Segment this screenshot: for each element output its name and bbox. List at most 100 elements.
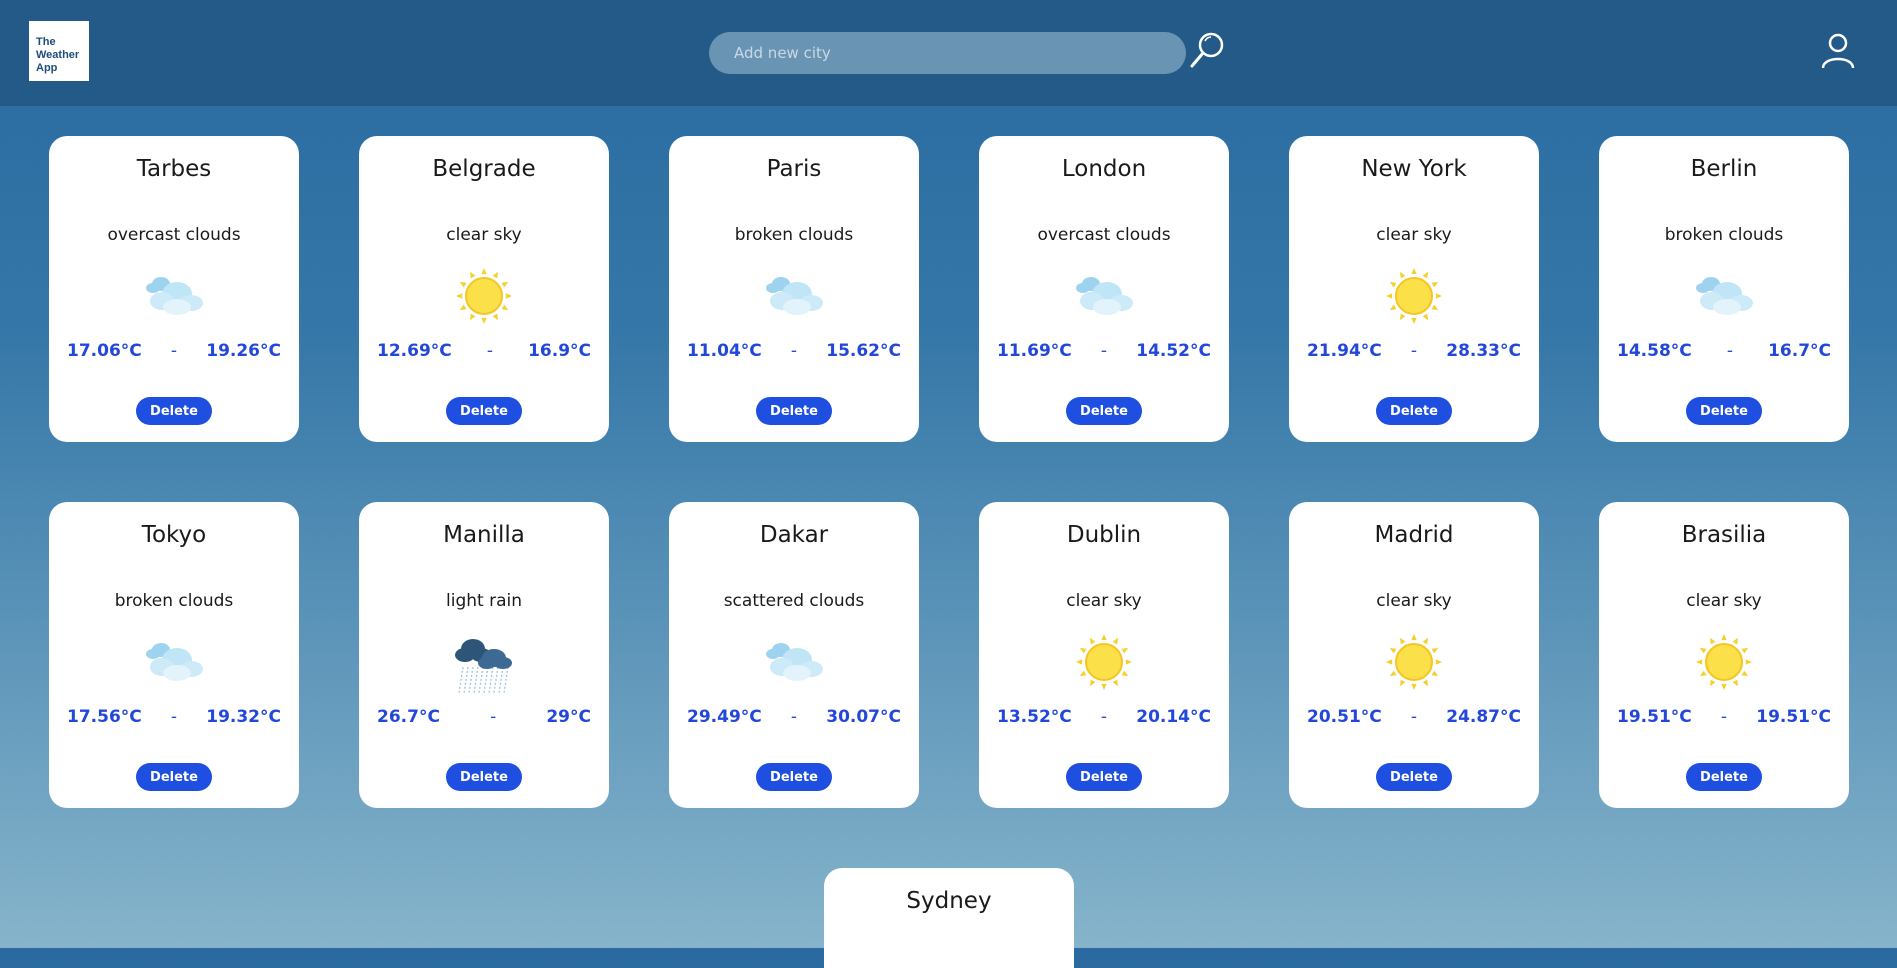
temperature-range: 26.7°C - 29°C — [377, 707, 591, 727]
weather-description: clear sky — [446, 225, 522, 245]
city-card: Sydney — [824, 868, 1074, 968]
user-icon[interactable] — [1820, 32, 1856, 70]
temp-separator: - — [1720, 707, 1728, 727]
temp-separator: - — [170, 707, 178, 727]
city-card: Tarbes overcast clouds 17.06°C - 19.26°C… — [49, 136, 299, 442]
weather-sun-icon — [1069, 627, 1139, 697]
temperature-range: 14.58°C - 16.7°C — [1617, 341, 1831, 361]
temp-max: 19.26°C — [206, 341, 281, 361]
temperature-range: 11.69°C - 14.52°C — [997, 341, 1211, 361]
temperature-range: 20.51°C - 24.87°C — [1307, 707, 1521, 727]
temp-separator: - — [486, 341, 493, 361]
temp-max: 24.87°C — [1446, 707, 1521, 727]
city-card: London overcast clouds 11.69°C - 14.52°C… — [979, 136, 1229, 442]
search-icon[interactable] — [1188, 30, 1226, 70]
city-card: New York clear sky 21.94°C - 28.33°C Del… — [1289, 136, 1539, 442]
delete-button[interactable]: Delete — [1066, 763, 1142, 791]
city-card: Madrid clear sky 20.51°C - 24.87°C Delet… — [1289, 502, 1539, 808]
delete-button[interactable]: Delete — [1686, 763, 1762, 791]
temp-min: 19.51°C — [1617, 707, 1692, 727]
temp-separator: - — [1410, 707, 1418, 727]
temp-max: 16.7°C — [1768, 341, 1831, 361]
city-name: Paris — [766, 156, 822, 182]
delete-button[interactable]: Delete — [1066, 397, 1142, 425]
temp-separator: - — [490, 707, 497, 727]
temp-min: 11.69°C — [997, 341, 1072, 361]
city-name: London — [1061, 156, 1147, 182]
city-name: Madrid — [1374, 522, 1454, 548]
weather-sun-icon — [449, 261, 519, 331]
weather-rain-icon — [449, 627, 519, 697]
city-name: Brasilia — [1681, 522, 1767, 548]
temperature-range: 21.94°C - 28.33°C — [1307, 341, 1521, 361]
weather-clouds-icon — [1689, 261, 1759, 331]
weather-clouds-icon — [1069, 261, 1139, 331]
weather-description: light rain — [446, 591, 522, 611]
weather-sun-icon — [1379, 627, 1449, 697]
temp-separator: - — [1410, 341, 1418, 361]
temp-separator: - — [1726, 341, 1733, 361]
temp-max: 20.14°C — [1136, 707, 1211, 727]
weather-description: clear sky — [1376, 225, 1452, 245]
temp-max: 30.07°C — [826, 707, 901, 727]
city-card: Tokyo broken clouds 17.56°C - 19.32°C De… — [49, 502, 299, 808]
city-card: Berlin broken clouds 14.58°C - 16.7°C De… — [1599, 136, 1849, 442]
temp-min: 20.51°C — [1307, 707, 1382, 727]
weather-description: clear sky — [1686, 591, 1762, 611]
delete-button[interactable]: Delete — [756, 763, 832, 791]
logo-line: Weather — [36, 49, 80, 61]
delete-button[interactable]: Delete — [446, 397, 522, 425]
temp-min: 17.56°C — [67, 707, 142, 727]
weather-description: broken clouds — [114, 591, 234, 611]
delete-button[interactable]: Delete — [1376, 763, 1452, 791]
delete-button[interactable]: Delete — [136, 763, 212, 791]
weather-description: broken clouds — [1664, 225, 1784, 245]
temp-max: 29°C — [546, 707, 591, 727]
temperature-range: 12.69°C - 16.9°C — [377, 341, 591, 361]
temp-min: 21.94°C — [1307, 341, 1382, 361]
delete-button[interactable]: Delete — [1686, 397, 1762, 425]
city-name: Dublin — [1066, 522, 1142, 548]
temperature-range: 13.52°C - 20.14°C — [997, 707, 1211, 727]
city-name: Tarbes — [136, 156, 212, 182]
weather-description: overcast clouds — [1037, 225, 1171, 245]
temp-separator: - — [170, 341, 178, 361]
logo-line: The — [36, 36, 56, 48]
city-card: Dublin clear sky 13.52°C - 20.14°C Delet… — [979, 502, 1229, 808]
temp-separator: - — [1100, 707, 1108, 727]
city-name: Dakar — [759, 522, 829, 548]
temp-min: 11.04°C — [687, 341, 762, 361]
temp-max: 14.52°C — [1136, 341, 1211, 361]
temp-max: 19.32°C — [206, 707, 281, 727]
weather-description: clear sky — [1376, 591, 1452, 611]
weather-description: broken clouds — [734, 225, 854, 245]
city-card: Manilla light rain 26.7°C - 29°C Delete — [359, 502, 609, 808]
temp-separator: - — [1100, 341, 1108, 361]
delete-button[interactable]: Delete — [446, 763, 522, 791]
app-logo[interactable]: The Weather App — [29, 21, 89, 81]
weather-description: clear sky — [1066, 591, 1142, 611]
temp-separator: - — [790, 341, 798, 361]
weather-sun-icon — [1689, 627, 1759, 697]
temp-separator: - — [790, 707, 798, 727]
city-card: Paris broken clouds 11.04°C - 15.62°C De… — [669, 136, 919, 442]
temp-max: 28.33°C — [1446, 341, 1521, 361]
app-header: The Weather App — [0, 0, 1897, 106]
weather-description: scattered clouds — [723, 591, 865, 611]
add-city-input[interactable] — [709, 32, 1186, 74]
temperature-range: 29.49°C - 30.07°C — [687, 707, 901, 727]
temperature-range: 17.06°C - 19.26°C — [67, 341, 281, 361]
temp-min: 26.7°C — [377, 707, 440, 727]
delete-button[interactable]: Delete — [756, 397, 832, 425]
temperature-range: 11.04°C - 15.62°C — [687, 341, 901, 361]
temp-min: 14.58°C — [1617, 341, 1692, 361]
delete-button[interactable]: Delete — [136, 397, 212, 425]
city-name: Berlin — [1690, 156, 1758, 182]
temp-min: 13.52°C — [997, 707, 1072, 727]
temp-max: 19.51°C — [1756, 707, 1831, 727]
delete-button[interactable]: Delete — [1376, 397, 1452, 425]
temp-max: 16.9°C — [528, 341, 591, 361]
weather-clouds-icon — [759, 627, 829, 697]
city-card: Dakar scattered clouds 29.49°C - 30.07°C… — [669, 502, 919, 808]
temperature-range: 17.56°C - 19.32°C — [67, 707, 281, 727]
